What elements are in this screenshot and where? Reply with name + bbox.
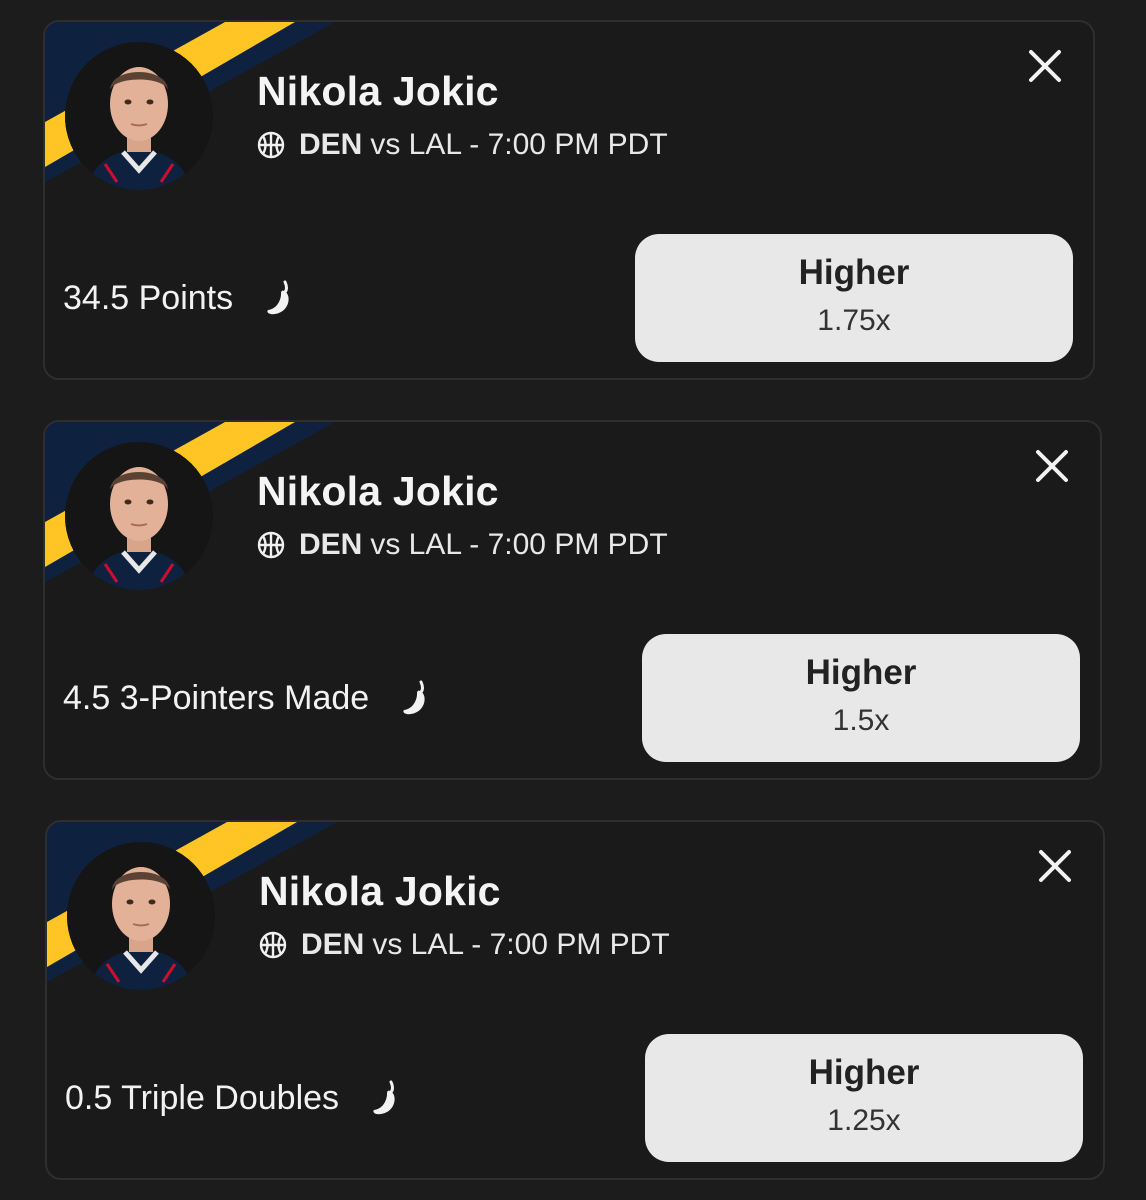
stat-line: 34.5 Points — [63, 278, 297, 318]
player-avatar — [65, 442, 213, 590]
game-info: DEN vs LAL - 7:00 PM PDT — [257, 528, 668, 562]
matchup-time: vs LAL - 7:00 PM PDT — [372, 928, 670, 961]
game-info: DEN vs LAL - 7:00 PM PDT — [257, 128, 668, 162]
player-avatar — [67, 842, 215, 990]
higher-button[interactable]: Higher 1.5x — [642, 634, 1080, 762]
stat-label: 34.5 Points — [63, 278, 234, 317]
pepper-icon — [373, 1080, 395, 1115]
game-info: DEN vs LAL - 7:00 PM PDT — [259, 928, 670, 962]
pepper-icon — [267, 280, 289, 315]
close-icon[interactable] — [1025, 46, 1065, 86]
team-abbr: DEN — [299, 128, 363, 161]
basketball-icon — [259, 931, 287, 959]
player-name: Nikola Jokic — [257, 68, 499, 114]
pick-card: Nikola Jokic DEN vs LAL - 7:00 PM PDT 0.… — [45, 820, 1105, 1180]
player-avatar — [65, 42, 213, 190]
pepper-icon — [403, 680, 425, 715]
pick-label: Higher — [808, 1053, 920, 1092]
pick-card: Nikola Jokic DEN vs LAL - 7:00 PM PDT 4.… — [43, 420, 1102, 780]
team-abbr: DEN — [299, 528, 363, 561]
pick-label: Higher — [798, 253, 910, 292]
basketball-icon — [257, 131, 285, 159]
higher-button[interactable]: Higher 1.25x — [645, 1034, 1083, 1162]
player-name: Nikola Jokic — [259, 868, 501, 914]
matchup-time: vs LAL - 7:00 PM PDT — [370, 128, 668, 161]
close-icon[interactable] — [1032, 446, 1072, 486]
team-abbr: DEN — [301, 928, 365, 961]
stat-line: 4.5 3-Pointers Made — [63, 678, 433, 718]
pick-card: Nikola Jokic DEN vs LAL - 7:00 PM PDT 34… — [43, 20, 1095, 380]
stat-line: 0.5 Triple Doubles — [65, 1078, 403, 1118]
stat-label: 4.5 3-Pointers Made — [63, 678, 370, 717]
basketball-icon — [257, 531, 285, 559]
multiplier: 1.75x — [817, 304, 891, 337]
higher-button[interactable]: Higher 1.75x — [635, 234, 1073, 362]
player-name: Nikola Jokic — [257, 468, 499, 514]
multiplier: 1.5x — [832, 704, 890, 737]
pick-label: Higher — [805, 653, 917, 692]
close-icon[interactable] — [1035, 846, 1075, 886]
matchup-time: vs LAL - 7:00 PM PDT — [370, 528, 668, 561]
stat-label: 0.5 Triple Doubles — [65, 1078, 340, 1117]
multiplier: 1.25x — [827, 1104, 901, 1137]
